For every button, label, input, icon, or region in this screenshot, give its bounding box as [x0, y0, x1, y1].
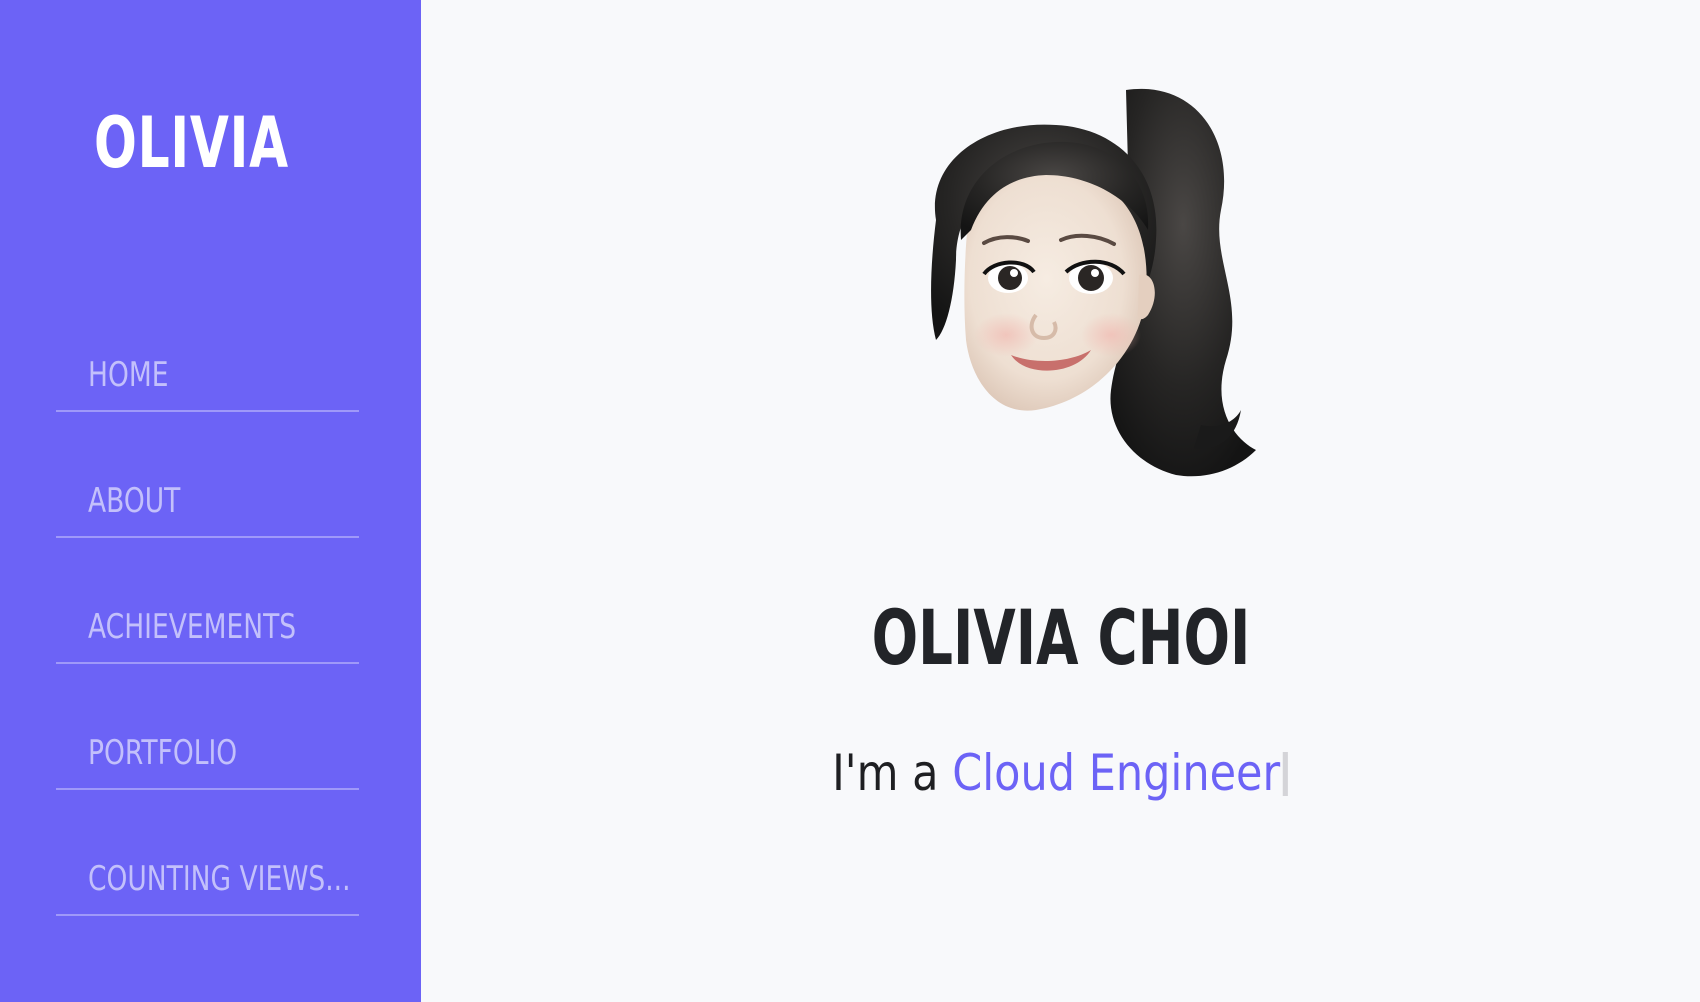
hero-name: OLIVIA CHOI	[421, 600, 1700, 676]
sidebar-item-about[interactable]: ABOUT	[56, 412, 359, 538]
sidebar-item-label: COUNTING VIEWS...	[88, 859, 351, 899]
sidebar-item-label: ACHIEVEMENTS	[88, 607, 297, 647]
brand-logo-text[interactable]: OLIVIA	[94, 108, 289, 178]
sidebar-item-label: ABOUT	[88, 481, 181, 521]
typing-cursor	[1283, 752, 1289, 796]
sidebar: OLIVIA HOME ABOUT ACHIEVEMENTS PORTFOLIO…	[0, 0, 421, 1002]
main-content: OLIVIA CHOI I'm a Cloud Engineer	[421, 0, 1700, 1002]
sidebar-item-label: PORTFOLIO	[88, 733, 238, 773]
sidebar-nav: HOME ABOUT ACHIEVEMENTS PORTFOLIO COUNTI…	[56, 338, 359, 916]
sidebar-item-home[interactable]: HOME	[56, 338, 359, 412]
sidebar-item-counting-views[interactable]: COUNTING VIEWS...	[56, 790, 359, 916]
hero-name-text: OLIVIA CHOI	[871, 593, 1250, 682]
sidebar-item-label: HOME	[88, 355, 169, 395]
tagline-role: Cloud Engineer	[952, 744, 1281, 802]
tagline-prefix: I'm a	[832, 744, 939, 802]
sidebar-item-achievements[interactable]: ACHIEVEMENTS	[56, 538, 359, 664]
hero-tagline: I'm a Cloud Engineer	[421, 748, 1700, 798]
memoji-avatar-icon	[931, 88, 1256, 477]
page: OLIVIA HOME ABOUT ACHIEVEMENTS PORTFOLIO…	[0, 0, 1700, 1002]
sidebar-item-portfolio[interactable]: PORTFOLIO	[56, 664, 359, 790]
